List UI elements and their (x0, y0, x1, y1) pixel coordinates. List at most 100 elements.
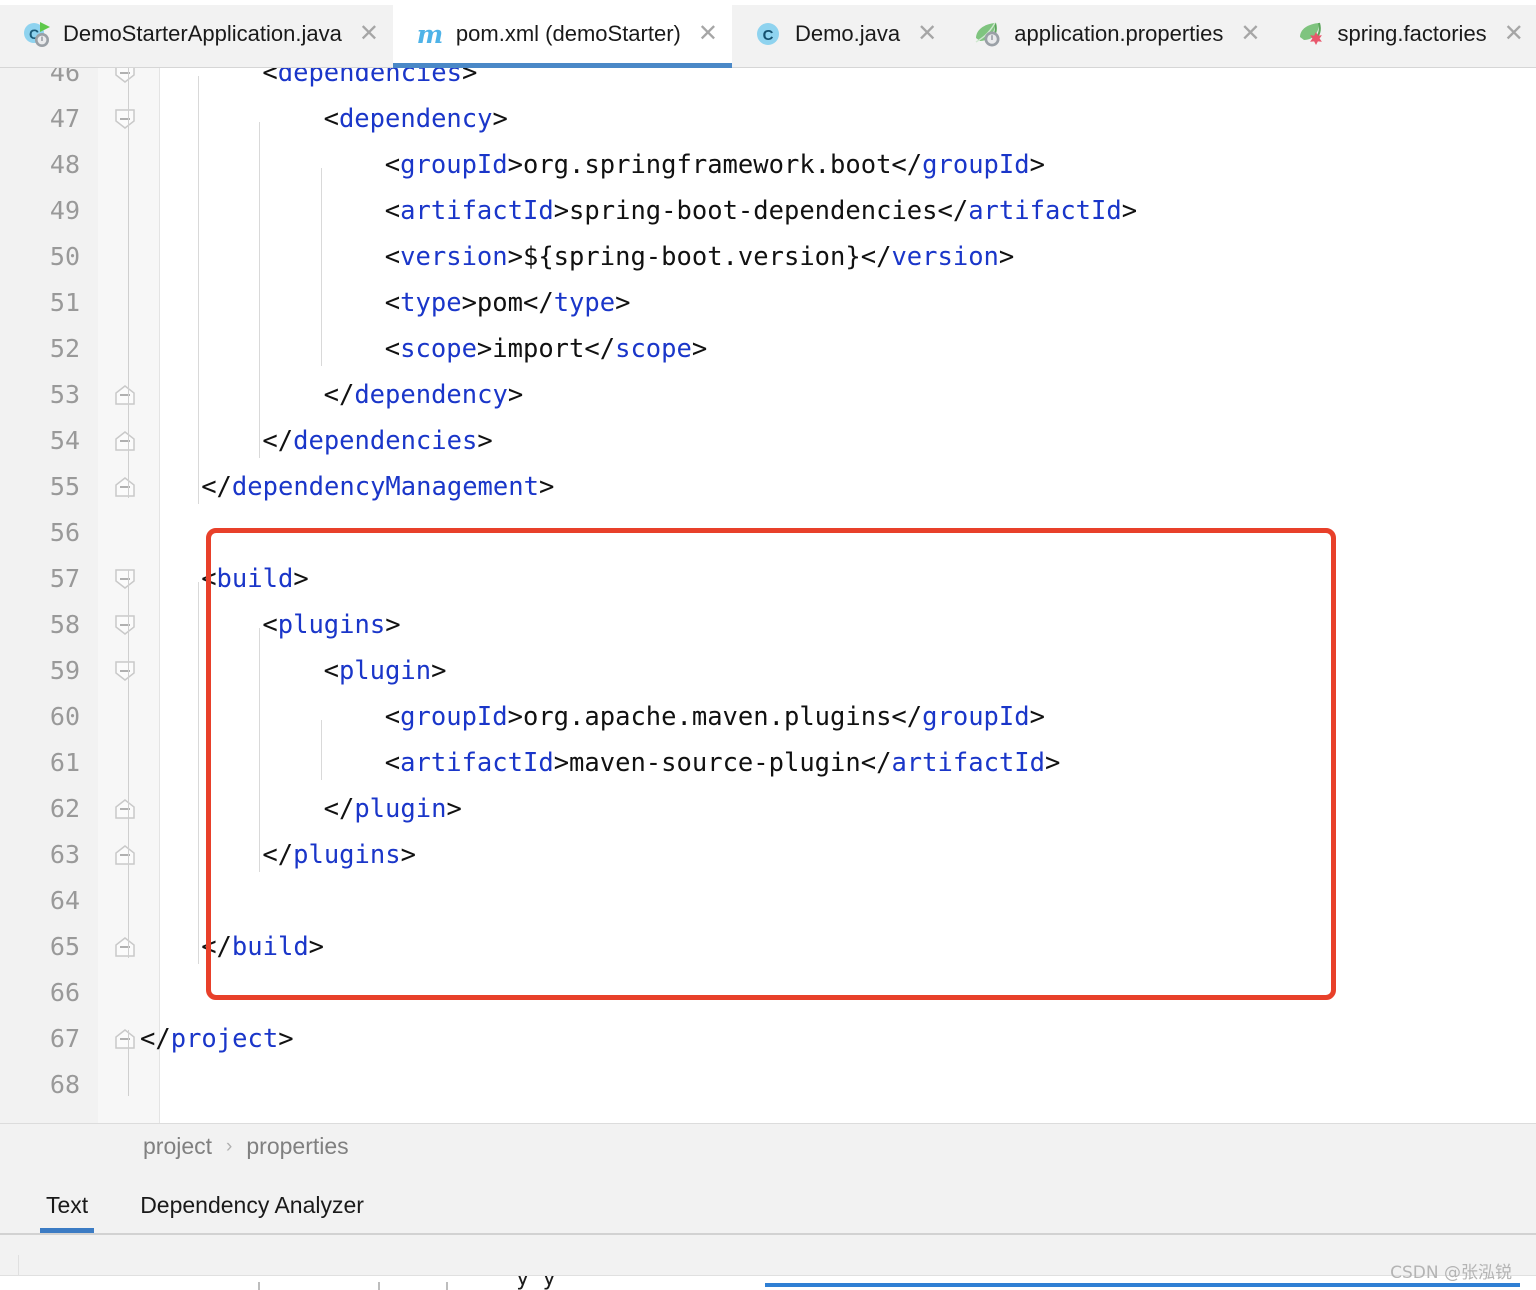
fold-marker-57[interactable] (114, 568, 144, 614)
code-text: <dependencies> (262, 68, 478, 88)
editor-tab-demostarterapplication[interactable]: C DemoStarterApplication.java ✕ (0, 0, 393, 68)
fold-marker-53[interactable] (114, 384, 144, 430)
code-text: <build> (201, 564, 309, 594)
code-text: <groupId>org.apache.maven.plugins</group… (384, 702, 1045, 732)
editor-tab-spring-factories[interactable]: spring.factories ✕ (1275, 0, 1536, 68)
spring-properties-icon (973, 19, 1003, 49)
line-number: 62 (49, 794, 80, 823)
code-line: 63 </plugins> (0, 832, 1536, 878)
code-text: <artifactId>spring-boot-dependencies</ar… (384, 196, 1138, 226)
line-number: 47 (49, 104, 80, 133)
code-line: 60 <groupId>org.apache.maven.plugins</gro… (0, 694, 1536, 740)
editor-tab-label: Demo.java (794, 21, 901, 46)
code-text: <plugins> (262, 610, 401, 640)
status-progress-bar (765, 1283, 1520, 1287)
close-icon[interactable]: ✕ (1240, 22, 1260, 46)
indent-guide (198, 582, 200, 964)
java-class-icon: C (754, 19, 784, 49)
fold-marker-59[interactable] (114, 660, 144, 706)
java-class-spring-run-icon: C (22, 19, 52, 49)
editor-bottom-panel: project › properties Text Dependency Ana… (0, 1123, 1536, 1290)
code-line: 50 <version>${spring-boot.version}</versi… (0, 234, 1536, 280)
breadcrumb-item-project[interactable]: project (143, 1133, 212, 1160)
svg-text:m: m (417, 20, 443, 49)
fold-connector (128, 662, 129, 820)
code-text: <version>${spring-boot.version}</version… (384, 242, 1015, 272)
breadcrumb-item-properties[interactable]: properties (246, 1133, 348, 1160)
code-line: 65 </build> (0, 924, 1536, 970)
panel-tab-strip: Text Dependency Analyzer (0, 1181, 1536, 1233)
line-number: 55 (49, 472, 80, 501)
code-editor-area[interactable]: 46 <dependencies> 47 <dependency> 48 <groupId… (0, 68, 1536, 1123)
line-number: 68 (49, 1070, 80, 1099)
code-line: 51 <type>pom</type> (0, 280, 1536, 326)
code-line: 61 <artifactId>maven-source-plugin</artif… (0, 740, 1536, 786)
line-number: 49 (49, 196, 80, 225)
indent-guide (259, 122, 261, 458)
code-text: <scope>import</scope> (384, 334, 708, 364)
line-number: 54 (49, 426, 80, 455)
line-number: 53 (49, 380, 80, 409)
code-line: 52 <scope>import</scope> (0, 326, 1536, 372)
code-line: 64 (0, 878, 1536, 924)
fold-marker-58[interactable] (114, 614, 144, 660)
code-line: 46 <dependencies> (0, 68, 1536, 96)
indent-guide (198, 76, 200, 504)
close-icon[interactable]: ✕ (698, 22, 718, 46)
line-number: 61 (49, 748, 80, 777)
fold-marker-46[interactable] (114, 68, 144, 108)
code-line: 56 (0, 510, 1536, 556)
editor-tab-label: DemoStarterApplication.java (63, 21, 342, 46)
chevron-right-icon: › (226, 1135, 233, 1157)
line-number: 46 (49, 68, 80, 87)
panel-edge-tick (446, 1282, 448, 1290)
line-number: 52 (49, 334, 80, 363)
tab-dependency-analyzer[interactable]: Dependency Analyzer (130, 1181, 374, 1233)
editor-tab-bar: C DemoStarterApplication.java ✕ m pom.xm… (0, 0, 1536, 68)
fold-marker-67[interactable] (114, 1028, 144, 1074)
code-line: 59 <plugin> (0, 648, 1536, 694)
code-text: </plugin> (323, 794, 462, 824)
code-line: 66 (0, 970, 1536, 1016)
tab-text[interactable]: Text (36, 1181, 98, 1233)
code-text: <plugin> (323, 656, 447, 686)
code-text: </project> (140, 1024, 294, 1054)
fold-marker-47[interactable] (114, 108, 144, 154)
fold-marker-54[interactable] (114, 430, 144, 476)
fold-marker-62[interactable] (114, 798, 144, 844)
fold-marker-55[interactable] (114, 476, 144, 522)
tab-dependency-analyzer-label: Dependency Analyzer (140, 1192, 364, 1218)
code-line: 58 <plugins> (0, 602, 1536, 648)
line-number: 48 (49, 150, 80, 179)
line-number: 51 (49, 288, 80, 317)
spring-factories-icon (1297, 19, 1327, 49)
idea-editor-window: C DemoStarterApplication.java ✕ m pom.xm… (0, 0, 1536, 1290)
fold-marker-65[interactable] (114, 936, 144, 982)
code-line: 48 <groupId>org.springframework.boot</gro… (0, 142, 1536, 188)
editor-tab-demo-java[interactable]: C Demo.java ✕ (732, 0, 951, 68)
code-text: </build> (201, 932, 325, 962)
line-number: 63 (49, 840, 80, 869)
line-number: 57 (49, 564, 80, 593)
fold-marker-63[interactable] (114, 844, 144, 890)
code-text: </dependencies> (262, 426, 493, 456)
indent-guide (320, 168, 322, 366)
code-line: 54 </dependencies> (0, 418, 1536, 464)
editor-tab-label: pom.xml (demoStarter) (455, 21, 681, 46)
breadcrumb: project › properties (143, 1133, 349, 1160)
close-icon[interactable]: ✕ (1504, 22, 1524, 46)
fold-connector (128, 1030, 129, 1096)
watermark: CSDN @张泓锐 (1390, 1263, 1512, 1283)
line-number: 67 (49, 1024, 80, 1053)
close-icon[interactable]: ✕ (917, 22, 937, 46)
line-number: 66 (49, 978, 80, 1007)
maven-m-icon: m (415, 19, 445, 49)
editor-tab-pom-xml[interactable]: m pom.xml (demoStarter) ✕ (392, 0, 733, 68)
close-icon[interactable]: ✕ (359, 22, 379, 46)
code-text: <artifactId>maven-source-plugin</artifac… (384, 748, 1061, 778)
code-line: 57 <build> (0, 556, 1536, 602)
line-number: 50 (49, 242, 80, 271)
code-text: </dependency> (323, 380, 524, 410)
editor-tab-application-properties[interactable]: application.properties ✕ (951, 0, 1274, 68)
fold-connector (128, 110, 129, 406)
